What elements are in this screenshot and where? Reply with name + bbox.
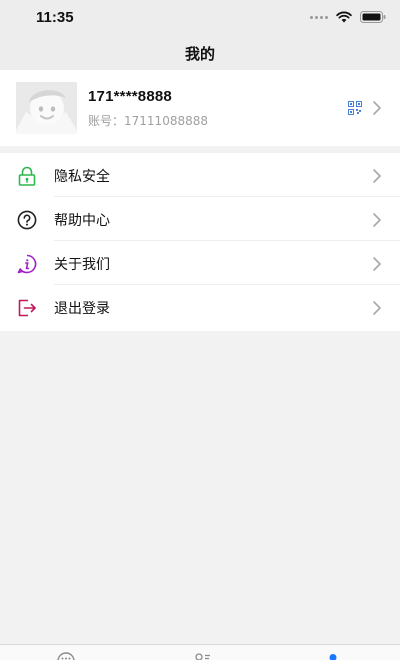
menu-item-about-us[interactable]: 关于我们 [0, 241, 400, 285]
menu-item-help-center[interactable]: 帮助中心 [0, 197, 400, 241]
menu-label: 退出登录 [54, 301, 110, 317]
status-bar: 11:35 [0, 0, 400, 36]
menu-item-logout[interactable]: 退出登录 [0, 285, 400, 329]
status-time: 11:35 [36, 9, 74, 26]
cellular-signal-icon [310, 15, 328, 19]
chevron-right-icon [373, 301, 381, 315]
wifi-icon [336, 11, 352, 23]
info-icon [17, 254, 37, 274]
chevron-right-icon [373, 169, 381, 183]
page-title: 我的 [184, 45, 215, 63]
nav-bar: 我的 [0, 36, 400, 70]
qr-code-icon[interactable] [348, 101, 362, 115]
profile-name: 171****8888 [88, 88, 172, 105]
lock-icon [18, 166, 36, 186]
status-indicators [310, 11, 386, 23]
logout-icon [18, 299, 36, 317]
menu-item-privacy-security[interactable]: 隐私安全 [0, 153, 400, 197]
battery-icon [360, 11, 386, 23]
menu-label: 关于我们 [54, 257, 110, 273]
avatar[interactable] [16, 82, 77, 134]
help-icon [17, 210, 37, 230]
chevron-right-icon [373, 213, 381, 227]
contacts-icon[interactable] [192, 650, 212, 660]
tab-bar [0, 644, 400, 660]
chat-icon[interactable] [56, 650, 76, 660]
chevron-right-icon [373, 257, 381, 271]
account-value: 17111088888 [124, 114, 208, 128]
menu-label: 帮助中心 [54, 213, 110, 229]
settings-menu: 隐私安全 帮助中心 关于我们 退出登录 [0, 153, 400, 331]
profile-account: 账号：17111088888 [88, 112, 208, 129]
profile-icon[interactable] [323, 650, 343, 660]
profile-card[interactable]: 171****8888 账号：17111088888 [0, 70, 400, 146]
account-label: 账号： [88, 114, 125, 128]
default-avatar-icon [16, 82, 77, 134]
menu-label: 隐私安全 [54, 169, 110, 185]
chevron-right-icon [373, 101, 381, 115]
